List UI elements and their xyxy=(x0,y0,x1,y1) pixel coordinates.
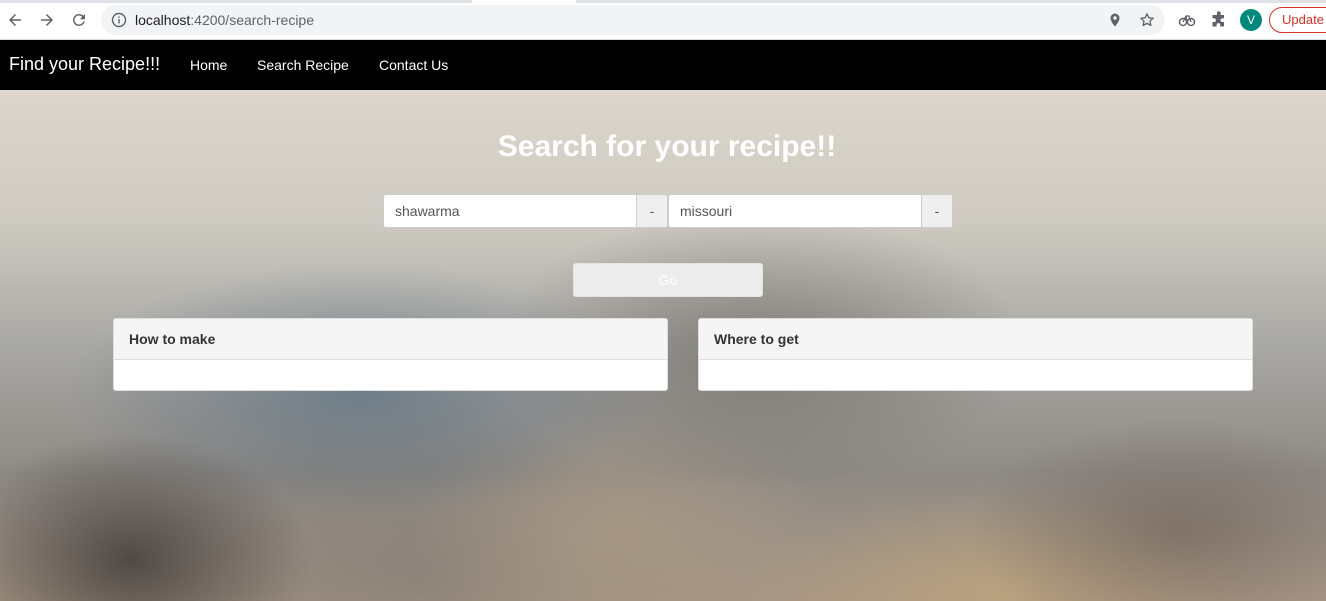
location-pin-icon[interactable] xyxy=(1107,12,1123,28)
url-text: localhost:4200/search-recipe xyxy=(135,12,314,28)
back-button[interactable] xyxy=(3,8,27,32)
extension-icon[interactable] xyxy=(1177,10,1197,30)
recipe-input-group: - xyxy=(383,194,668,228)
reload-button[interactable] xyxy=(67,8,91,32)
nav-link-search-recipe[interactable]: Search Recipe xyxy=(257,57,349,73)
how-to-make-panel: How to make xyxy=(113,318,668,391)
star-icon[interactable] xyxy=(1139,12,1155,28)
app-navbar: Find your Recipe!!! Home Search Recipe C… xyxy=(0,40,1326,90)
url-host: localhost xyxy=(135,12,191,28)
update-button[interactable]: Update xyxy=(1269,7,1326,33)
nav-link-home[interactable]: Home xyxy=(190,57,227,73)
arrow-left-icon xyxy=(9,14,21,26)
location-input[interactable] xyxy=(668,194,922,228)
profile-avatar[interactable]: V xyxy=(1240,9,1262,31)
reload-icon xyxy=(72,13,85,26)
recipe-input-addon: - xyxy=(637,194,668,228)
go-button[interactable]: Go xyxy=(573,263,763,297)
address-bar[interactable]: localhost:4200/search-recipe xyxy=(101,5,1165,35)
recipe-input[interactable] xyxy=(383,194,637,228)
brand-title[interactable]: Find your Recipe!!! xyxy=(9,54,160,75)
browser-toolbar: localhost:4200/search-recipe V Update xyxy=(0,0,1326,40)
active-tab-edge xyxy=(472,0,576,3)
info-icon[interactable] xyxy=(111,12,127,28)
puzzle-icon[interactable] xyxy=(1209,10,1229,30)
arrow-right-icon xyxy=(41,14,53,26)
how-to-make-heading: How to make xyxy=(114,319,667,360)
page-title: Search for your recipe!! xyxy=(497,130,837,163)
forward-button[interactable] xyxy=(35,8,59,32)
nav-link-contact-us[interactable]: Contact Us xyxy=(379,57,448,73)
location-input-addon: - xyxy=(922,194,953,228)
url-path: :4200/search-recipe xyxy=(190,12,315,28)
location-input-group: - xyxy=(668,194,953,228)
tab-strip xyxy=(0,0,1326,3)
where-to-get-panel: Where to get xyxy=(698,318,1253,391)
where-to-get-heading: Where to get xyxy=(699,319,1252,360)
